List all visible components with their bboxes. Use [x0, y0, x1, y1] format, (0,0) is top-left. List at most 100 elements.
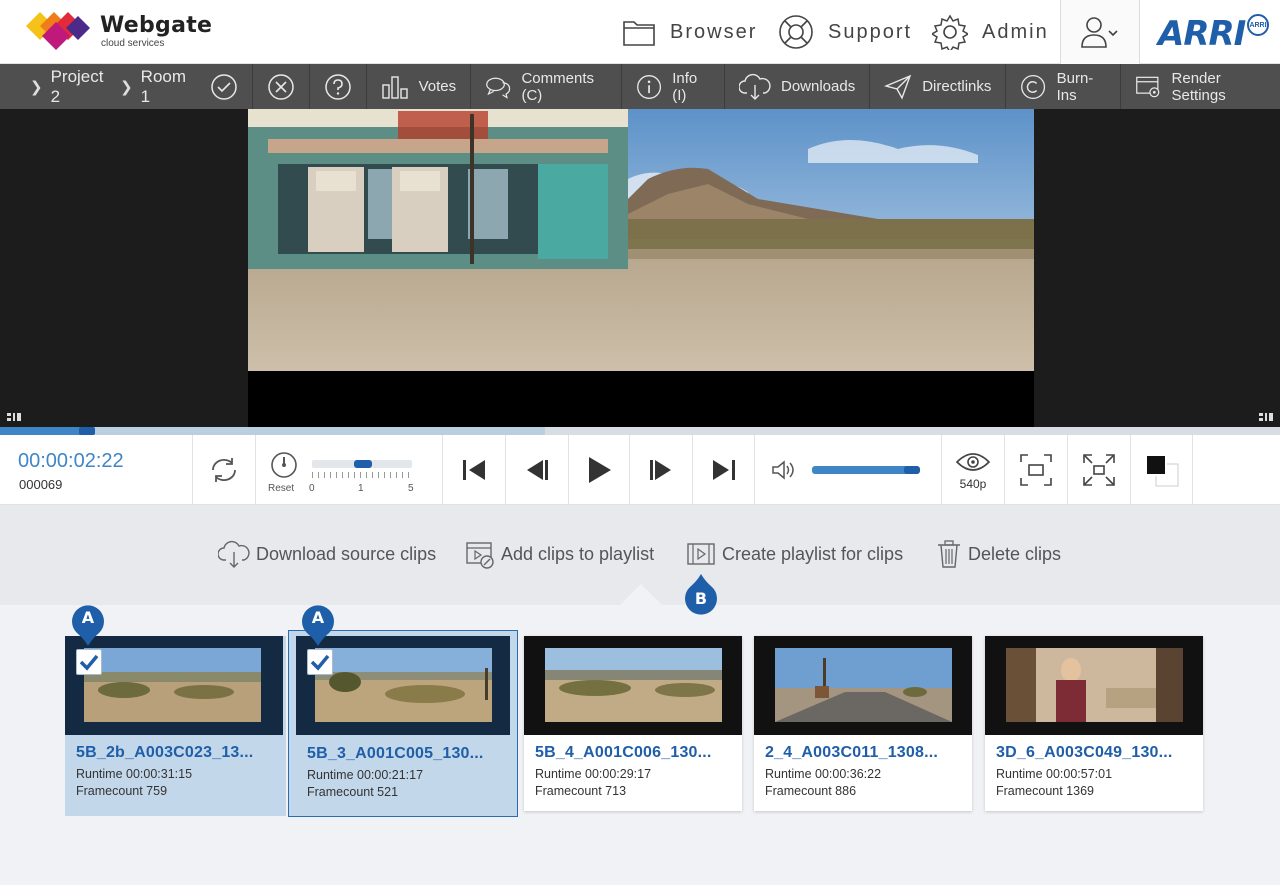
volume-slider-knob[interactable] — [904, 466, 921, 474]
clip-framecount: Framecount 713 — [535, 784, 627, 798]
copyright-circle-icon — [1021, 74, 1046, 99]
comments-button[interactable]: Comments (C) — [470, 64, 621, 109]
top-header: Webgate cloud services Browser Support A… — [0, 0, 1280, 64]
loop-button[interactable] — [193, 435, 256, 505]
film-strip-icon — [687, 543, 715, 565]
breadcrumb-project-label: Project 2 — [50, 66, 104, 106]
skip-to-start-button[interactable] — [443, 435, 506, 505]
nav-support[interactable]: Support — [778, 0, 912, 64]
clip-thumbnail[interactable] — [754, 636, 972, 735]
clip-title[interactable]: 3D_6_A003C049_130... — [996, 744, 1196, 762]
cloud-download-icon — [218, 540, 250, 568]
clip-thumbnail[interactable] — [524, 636, 742, 735]
info-label: Info (I) — [672, 69, 698, 104]
breadcrumb-room[interactable]: ❯ Room 1 — [120, 67, 190, 107]
speed-slider-knob[interactable] — [354, 460, 372, 468]
timeline-scrubber[interactable] — [0, 427, 1280, 435]
speed-slider[interactable] — [312, 460, 412, 468]
volume-control[interactable] — [755, 435, 942, 505]
trash-icon — [938, 540, 960, 568]
chevron-right-icon: ❯ — [30, 78, 43, 96]
downloads-button[interactable]: Downloads — [724, 64, 869, 109]
speaker-icon[interactable] — [771, 459, 797, 481]
clip-title[interactable]: 2_4_A003C011_1308... — [765, 744, 965, 762]
fit-to-screen-button[interactable] — [1005, 435, 1068, 505]
aspect-ratio-icon[interactable] — [7, 413, 21, 421]
callout-marker-label: B — [694, 589, 708, 608]
clip-thumbnail-image — [775, 648, 952, 722]
frame-number: 000069 — [19, 477, 63, 492]
breadcrumb-project[interactable]: ❯ Project 2 — [30, 67, 106, 107]
delete-clips-button[interactable]: Delete clips — [936, 539, 1061, 569]
approve-button[interactable] — [210, 64, 252, 109]
render-settings-button[interactable]: Render Settings — [1120, 64, 1280, 109]
clip-select-checkbox[interactable] — [307, 649, 333, 675]
clip-runtime: Runtime 00:00:36:22 — [765, 767, 882, 781]
clip-runtime: Runtime 00:00:29:17 — [535, 767, 652, 781]
render-settings-label: Render Settings — [1171, 69, 1226, 104]
cloud-download-icon — [739, 73, 771, 100]
folder-icon — [623, 21, 655, 46]
webgate-logo[interactable]: Webgate cloud services — [26, 10, 212, 54]
clip-card[interactable]: 5B_4_A001C006_130... Runtime 00:00:29:17… — [524, 636, 742, 811]
add-clips-to-playlist-button[interactable]: Add clips to playlist — [465, 539, 654, 569]
clip-thumbnail[interactable] — [985, 636, 1203, 735]
volume-slider[interactable] — [812, 466, 921, 474]
question-button[interactable] — [308, 64, 366, 109]
chevron-right-icon: ❯ — [120, 78, 133, 96]
breadcrumb-room-label: Room 1 — [140, 66, 187, 106]
clip-framecount: Framecount 759 — [76, 784, 168, 798]
nav-admin[interactable]: Admin — [932, 0, 1049, 64]
info-button[interactable]: Info (I) — [621, 64, 724, 109]
downloads-label: Downloads — [781, 78, 856, 95]
loop-icon — [212, 458, 236, 482]
skip-to-end-button[interactable] — [693, 435, 755, 505]
speed-ticks — [312, 472, 412, 478]
lifebuoy-icon — [779, 15, 813, 49]
create-playlist-for-clips-button[interactable]: Create playlist for clips — [686, 539, 903, 569]
question-circle-icon — [324, 73, 351, 100]
step-forward-button[interactable] — [630, 435, 693, 505]
timeline-playhead[interactable] — [79, 427, 96, 435]
skip-forward-icon — [712, 460, 735, 480]
checkmark-icon — [310, 654, 330, 671]
nav-support-label: Support — [828, 20, 913, 43]
clip-title[interactable]: 5B_3_A001C005_130... — [307, 745, 507, 763]
speed-reset-button[interactable]: Reset — [268, 483, 294, 494]
callout-marker-label: A — [81, 608, 95, 627]
fullscreen-button[interactable] — [1068, 435, 1131, 505]
comments-label: Comments (C) — [521, 69, 594, 104]
play-button[interactable] — [569, 435, 630, 505]
gear-icon — [932, 14, 968, 50]
aspect-ratio-icon[interactable] — [1259, 413, 1273, 421]
video-player[interactable] — [0, 109, 1280, 427]
window-gear-icon — [1136, 76, 1160, 97]
reject-button[interactable] — [251, 64, 309, 109]
directlinks-button[interactable]: Directlinks — [869, 64, 1005, 109]
user-menu-button[interactable] — [1060, 0, 1140, 64]
download-source-clips-button[interactable]: Download source clips — [218, 539, 436, 569]
speedometer-icon — [271, 452, 297, 478]
quality-button[interactable]: 540p — [942, 435, 1005, 505]
votes-button[interactable]: Votes — [365, 64, 471, 109]
clip-title[interactable]: 5B_4_A001C006_130... — [535, 744, 735, 762]
votes-label: Votes — [418, 78, 457, 95]
logo-title: Webgate — [100, 13, 213, 38]
clip-card[interactable]: 3D_6_A003C049_130... Runtime 00:00:57:01… — [985, 636, 1203, 811]
nav-browser[interactable]: Browser — [622, 0, 757, 64]
clip-select-checkbox[interactable] — [76, 649, 102, 675]
clip-thumbnail-image — [545, 648, 722, 722]
x-circle-icon — [267, 73, 294, 100]
clip-card[interactable]: 5B_3_A001C005_130... Runtime 00:00:21:17… — [288, 630, 518, 817]
step-back-button[interactable] — [506, 435, 569, 505]
create-playlist-for-clips-label: Create playlist for clips — [722, 543, 904, 564]
speed-control[interactable]: Reset 0 1 5 — [256, 435, 443, 505]
clip-card[interactable]: 5B_2b_A003C023_13... Runtime 00:00:31:15… — [65, 636, 286, 816]
clip-title[interactable]: 5B_2b_A003C023_13... — [76, 744, 276, 762]
video-frame[interactable] — [248, 109, 1034, 427]
burnins-button[interactable]: Burn-Ins — [1005, 64, 1120, 109]
clip-card[interactable]: 2_4_A003C011_1308... Runtime 00:00:36:22… — [754, 636, 972, 811]
background-color-toggle[interactable] — [1131, 435, 1193, 505]
actions-pointer — [620, 584, 662, 605]
clip-runtime: Runtime 00:00:57:01 — [996, 767, 1113, 781]
